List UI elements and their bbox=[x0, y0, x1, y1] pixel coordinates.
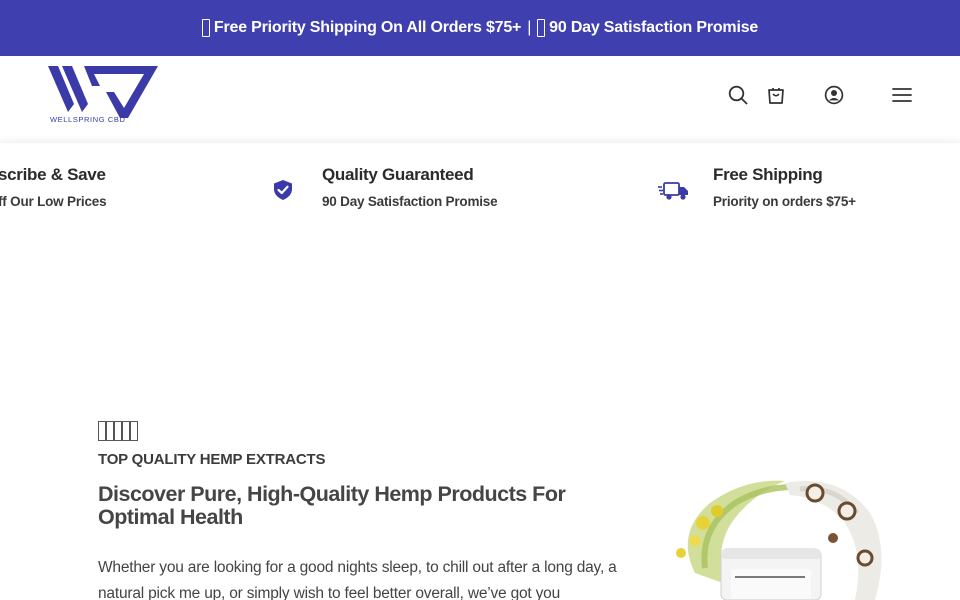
trust-item-title: scribe & Save bbox=[0, 165, 106, 184]
cart-icon bbox=[768, 88, 784, 104]
account-icon bbox=[824, 85, 844, 105]
shield-check-icon bbox=[272, 179, 294, 206]
rating-stars bbox=[98, 421, 138, 441]
announcement-promise-text: 90 Day Satisfaction Promise bbox=[549, 19, 759, 36]
announcement-shipping-text: Free Priority Shipping On All Orders $75… bbox=[213, 19, 522, 36]
hero-eyebrow: TOP QUALITY HEMP EXTRACTS bbox=[98, 451, 326, 468]
star-icon bbox=[98, 421, 106, 441]
hero-section: TOP QUALITY HEMP EXTRACTS Discover Pure,… bbox=[0, 235, 960, 600]
trust-item-shipping[interactable]: Free Shipping Priority on orders $75+ bbox=[713, 165, 856, 209]
star-icon bbox=[122, 421, 130, 441]
logo-wordmark: WELLSPRING CBD bbox=[50, 115, 126, 124]
trust-item-subtitle: ff Our Low Prices bbox=[0, 194, 107, 209]
trust-item-title: Quality Guaranteed bbox=[322, 165, 474, 184]
star-icon bbox=[106, 421, 114, 441]
trust-item-subtitle: 90 Day Satisfaction Promise bbox=[322, 194, 498, 209]
trust-item-subscribe[interactable]: scribe & Save ff Our Low Prices bbox=[0, 165, 107, 209]
cart-button[interactable] bbox=[764, 83, 788, 107]
star-icon bbox=[114, 421, 122, 441]
site-header: WELLSPRING CBD bbox=[0, 56, 960, 183]
account-button[interactable] bbox=[822, 83, 846, 107]
trust-item-subtitle: Priority on orders $75+ bbox=[713, 194, 856, 209]
trust-item-title: Free Shipping bbox=[713, 165, 823, 184]
announcement-bar: Free Priority Shipping On All Orders $75… bbox=[0, 0, 960, 56]
header-actions bbox=[726, 83, 914, 107]
menu-button[interactable] bbox=[890, 83, 914, 107]
badge-glyph-icon bbox=[537, 19, 546, 37]
wellspring-logo-icon: WELLSPRING CBD bbox=[48, 66, 158, 124]
hero-headline: Discover Pure, High-Quality Hemp Product… bbox=[98, 482, 566, 529]
site-logo[interactable]: WELLSPRING CBD bbox=[48, 64, 160, 124]
delivery-truck-icon bbox=[658, 180, 690, 207]
star-icon bbox=[130, 421, 138, 441]
hero-product-image bbox=[665, 473, 895, 600]
menu-icon bbox=[892, 88, 912, 102]
announcement-separator: | bbox=[527, 19, 532, 36]
hero-body-text: Whether you are looking for a good night… bbox=[98, 559, 617, 600]
search-button[interactable] bbox=[726, 83, 750, 107]
trust-carousel: scribe & Save ff Our Low Prices Quality … bbox=[0, 143, 960, 235]
truck-glyph-icon bbox=[201, 19, 210, 37]
trust-item-quality[interactable]: Quality Guaranteed 90 Day Satisfaction P… bbox=[322, 165, 498, 209]
search-icon bbox=[728, 85, 748, 105]
